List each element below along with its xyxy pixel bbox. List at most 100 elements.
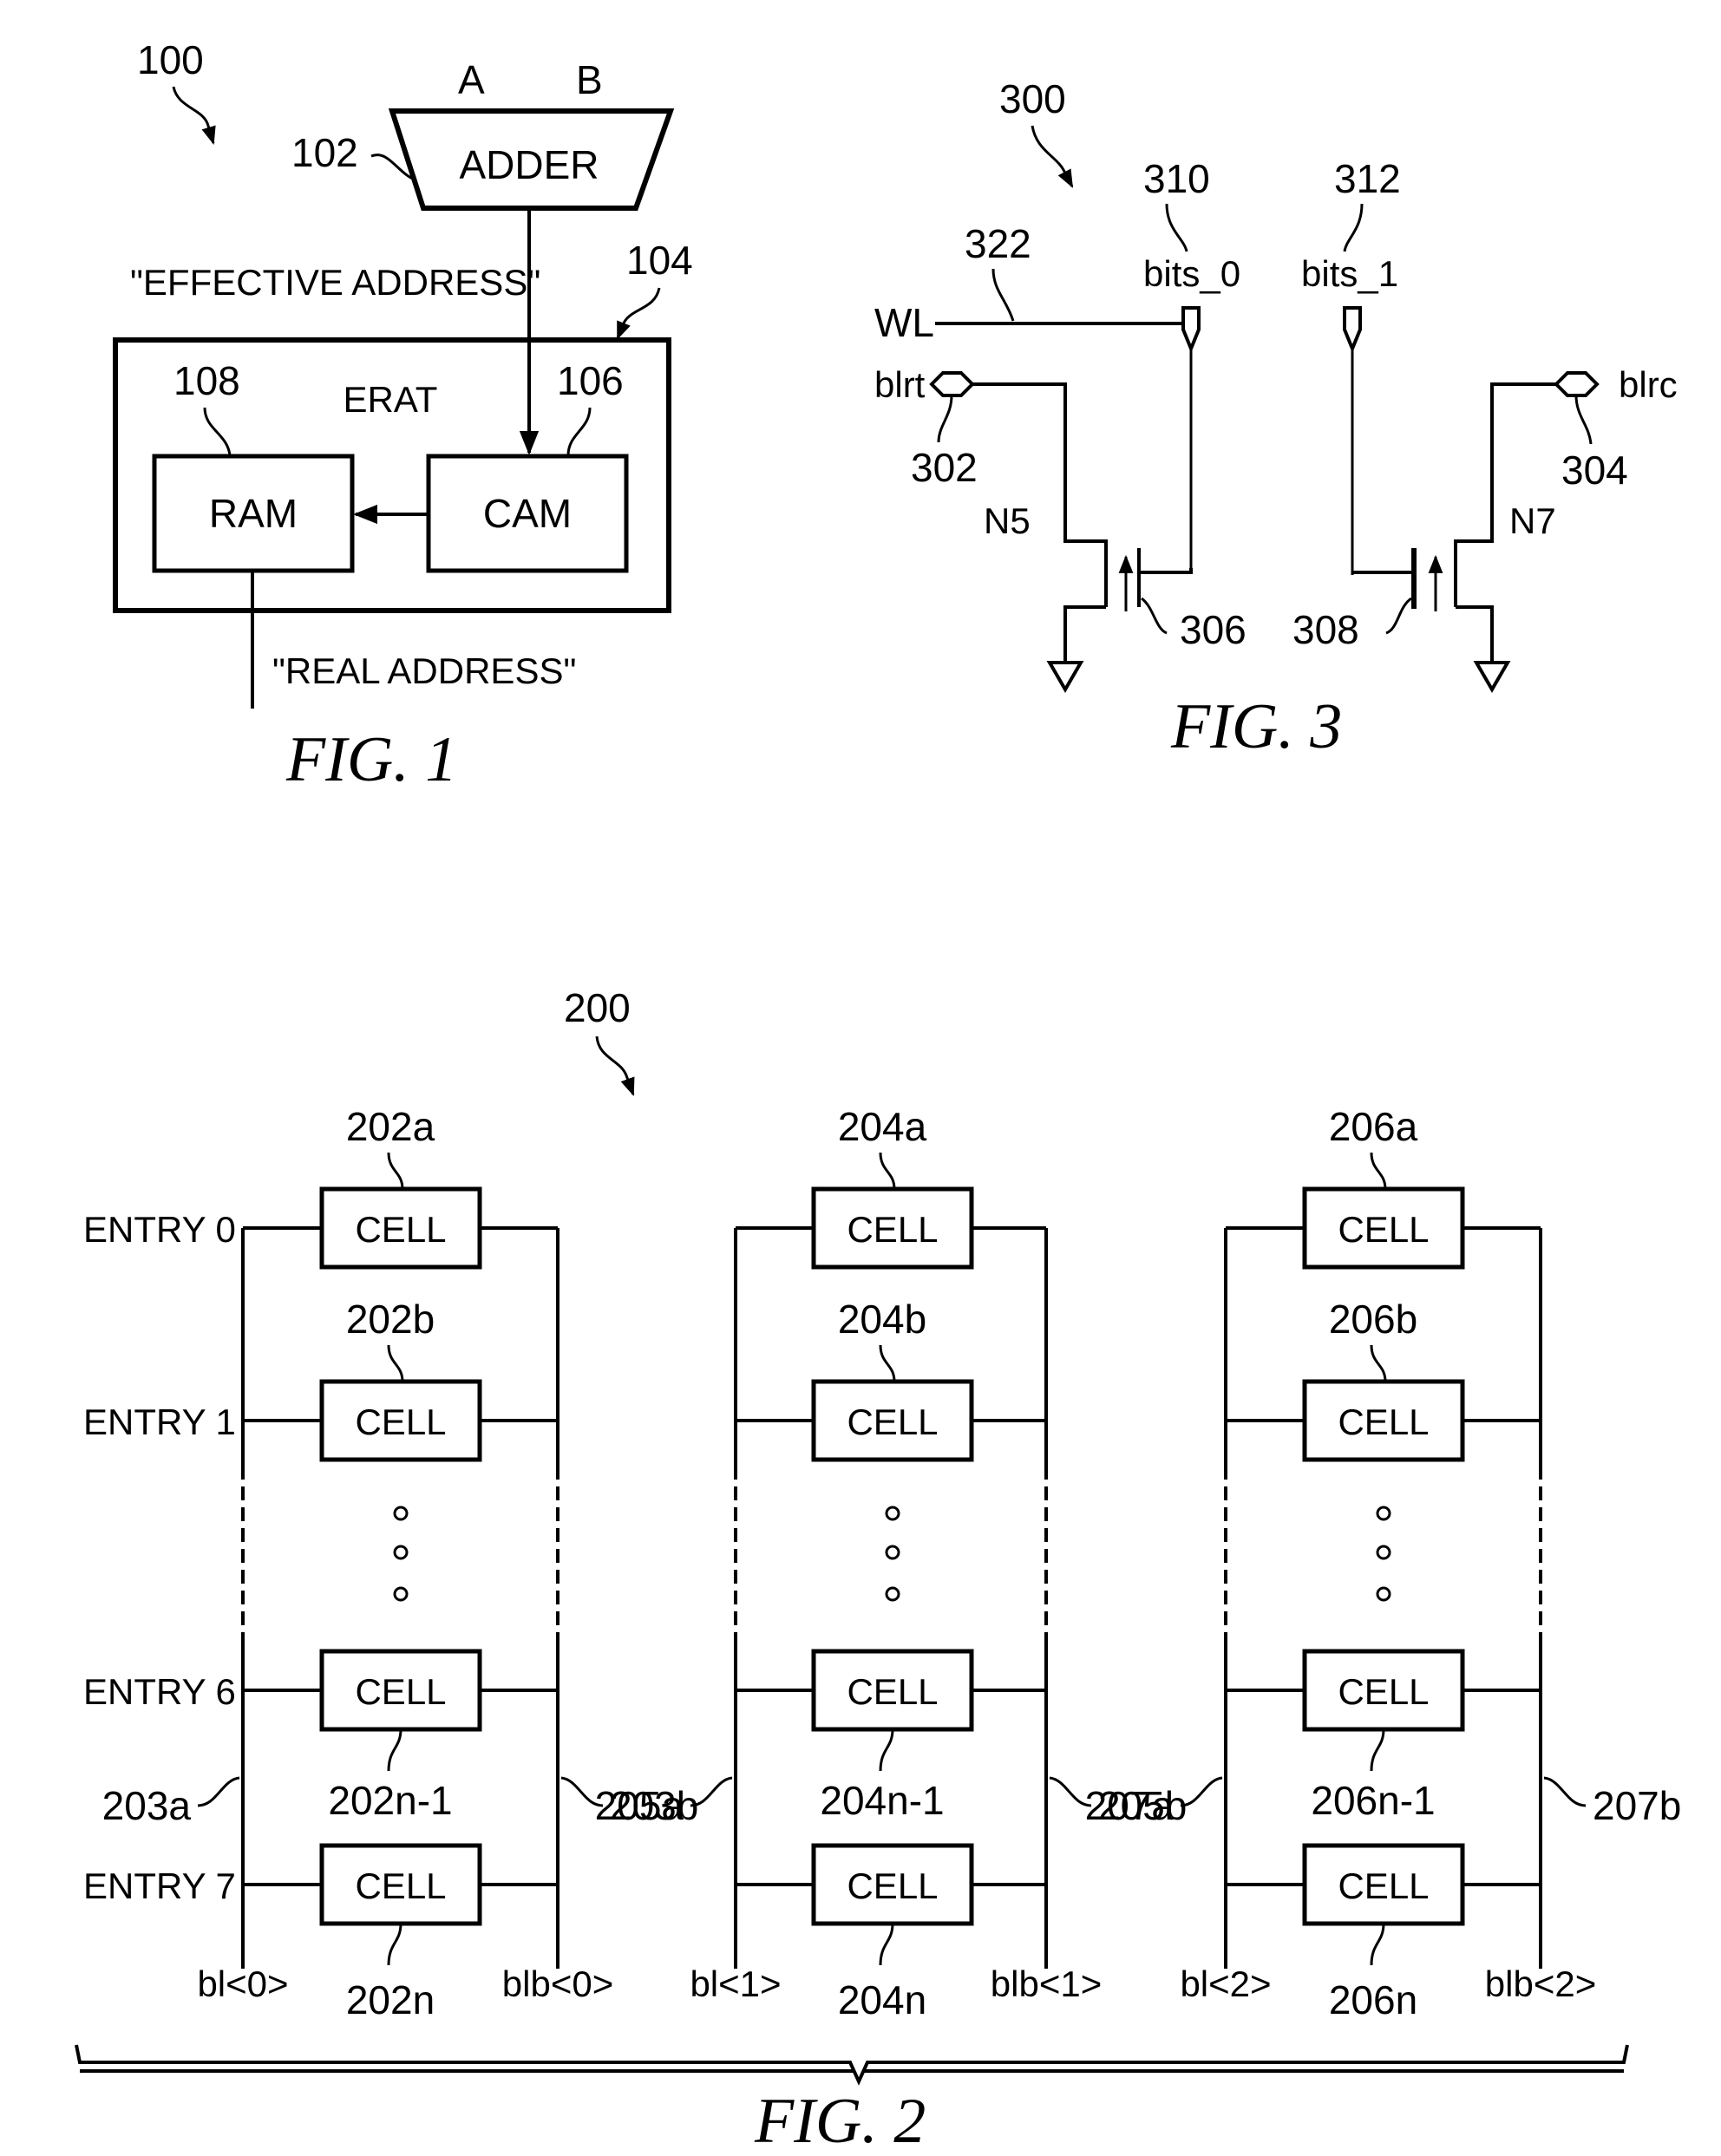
cell-label: CELL	[355, 1401, 446, 1442]
cell-ref-leader	[387, 1344, 404, 1382]
n5-source-wire	[1063, 605, 1106, 661]
ram-ref-108: 108	[173, 358, 240, 403]
cell-ref-leader	[387, 1152, 404, 1190]
ellipsis-dot-icon	[1376, 1545, 1391, 1560]
fig1-ref-100: 100	[137, 37, 204, 82]
erat-ref-104: 104	[626, 238, 693, 283]
ref-322-leader	[991, 268, 1015, 322]
cell-label: CELL	[1338, 1865, 1429, 1906]
ellipsis-dot-icon	[885, 1586, 900, 1602]
entry-6-label: ENTRY 6	[83, 1671, 236, 1712]
bl-ref: 205a	[595, 1783, 684, 1828]
bl-label: bl<0>	[197, 1963, 288, 2004]
fig3: 300 310 bits_0 312 bits_1 WL 322 blrt 30…	[874, 76, 1678, 762]
fig1-ref-arrow-icon	[172, 86, 216, 146]
bl-label: bl<1>	[690, 1963, 781, 2004]
cell-ref-leader	[879, 1152, 896, 1190]
ellipsis-dot-icon	[1376, 1506, 1391, 1521]
fig3-ref-arrow-icon	[1031, 125, 1074, 188]
n5-label: N5	[984, 500, 1031, 541]
ref-312-leader	[1343, 203, 1364, 252]
n5-gate-wire	[1139, 568, 1193, 574]
blrc-bidir-pin-icon	[1554, 371, 1600, 397]
ref-302: 302	[911, 445, 978, 490]
cell-ref-leader	[879, 1728, 894, 1772]
bits0-input-pin-icon	[1181, 306, 1201, 354]
bl-ref: 207a	[1085, 1783, 1175, 1828]
adder-input-a: A	[458, 57, 485, 102]
ellipsis-dot-icon	[393, 1586, 409, 1602]
cell-ref-leader	[879, 1344, 896, 1382]
n7-source-wire	[1456, 605, 1494, 661]
cell-ref: 204n	[838, 1977, 926, 2022]
wl-label: WL	[874, 300, 934, 345]
cell-label: CELL	[355, 1865, 446, 1906]
effective-address-label: "EFFECTIVE ADDRESS"	[130, 262, 540, 303]
cell-label: CELL	[847, 1401, 938, 1442]
ref-306-leader	[1141, 597, 1168, 635]
cell-label: CELL	[1338, 1401, 1429, 1442]
cell-ref-leader	[387, 1728, 402, 1772]
erat-label: ERAT	[344, 379, 438, 420]
n5-ground-icon	[1046, 661, 1084, 693]
adder-ref-102: 102	[291, 130, 358, 175]
cam-ref-106: 106	[557, 358, 624, 403]
bl-ref: 203a	[102, 1783, 192, 1828]
ref-306: 306	[1180, 607, 1247, 652]
cell-ref-leader	[1370, 1344, 1387, 1382]
ref-308-leader	[1385, 597, 1412, 635]
fig2-brace	[75, 2044, 1629, 2086]
ellipsis-dot-icon	[393, 1545, 409, 1560]
n7-ground-icon	[1473, 661, 1511, 693]
n5-drain-wire	[972, 382, 1108, 607]
cell-label: CELL	[847, 1671, 938, 1712]
cell-ref: 204n-1	[820, 1778, 944, 1823]
cell-ref: 206n	[1329, 1977, 1417, 2022]
fig2-ref-arrow-icon	[595, 1036, 635, 1096]
cell-label: CELL	[355, 1671, 446, 1712]
blrc-label: blrc	[1619, 364, 1678, 405]
cell-label: CELL	[847, 1209, 938, 1250]
cell-label: CELL	[847, 1865, 938, 1906]
patent-drawing-sheet: 100 A B ADDER 102 "EFFECTIVE ADDRESS" 10…	[75, 37, 1681, 2156]
cell-ref: 204a	[838, 1104, 927, 1149]
blb-ref: 207b	[1593, 1783, 1681, 1828]
ellipsis-dot-icon	[885, 1545, 900, 1560]
cell-ref: 202n-1	[328, 1778, 452, 1823]
entry-1-label: ENTRY 1	[83, 1401, 236, 1442]
ram-label: RAM	[209, 491, 298, 536]
blb-label: blb<0>	[502, 1963, 613, 2004]
fig1: 100 A B ADDER 102 "EFFECTIVE ADDRESS" 10…	[113, 37, 693, 795]
fig2-caption: FIG. 2	[754, 2086, 926, 2156]
blb-label: blb<1>	[991, 1963, 1102, 2004]
cell-ref: 202a	[346, 1104, 435, 1149]
cell-ref: 206n-1	[1311, 1778, 1435, 1823]
n7-drain-wire	[1454, 382, 1556, 607]
ref-304-leader	[1574, 395, 1593, 445]
cell-label: CELL	[355, 1209, 446, 1250]
erat-ref-arrow-icon	[616, 287, 661, 340]
real-address-label: "REAL ADDRESS"	[272, 650, 576, 691]
ref-312: 312	[1334, 156, 1401, 201]
cell-ref: 202n	[346, 1977, 435, 2022]
blb-label: blb<2>	[1485, 1963, 1596, 2004]
ref-304: 304	[1561, 448, 1628, 493]
fig3-ref-300: 300	[999, 76, 1066, 121]
ellipsis-dot-icon	[393, 1506, 409, 1521]
cell-ref-leader	[1370, 1728, 1385, 1772]
ram-leader-line	[203, 407, 232, 456]
cell-ref: 202b	[346, 1297, 435, 1342]
cam-leader-line	[566, 407, 592, 456]
entry-7-label: ENTRY 7	[83, 1865, 236, 1906]
fig1-caption: FIG. 1	[285, 724, 457, 795]
adder-input-b: B	[576, 57, 603, 102]
ref-310: 310	[1143, 156, 1210, 201]
cell-ref-leader	[1370, 1152, 1387, 1190]
cell-ref: 204b	[838, 1297, 926, 1342]
fig3-caption: FIG. 3	[1170, 691, 1342, 762]
bits0-label: bits_0	[1143, 253, 1240, 294]
ellipsis-dot-icon	[885, 1506, 900, 1521]
bits1-label: bits_1	[1301, 253, 1398, 294]
fig2: 200 ENTRY 0 ENTRY 1 ENTRY 6 ENTRY 7 CELL…	[75, 985, 1681, 2156]
cell-label: CELL	[1338, 1209, 1429, 1250]
